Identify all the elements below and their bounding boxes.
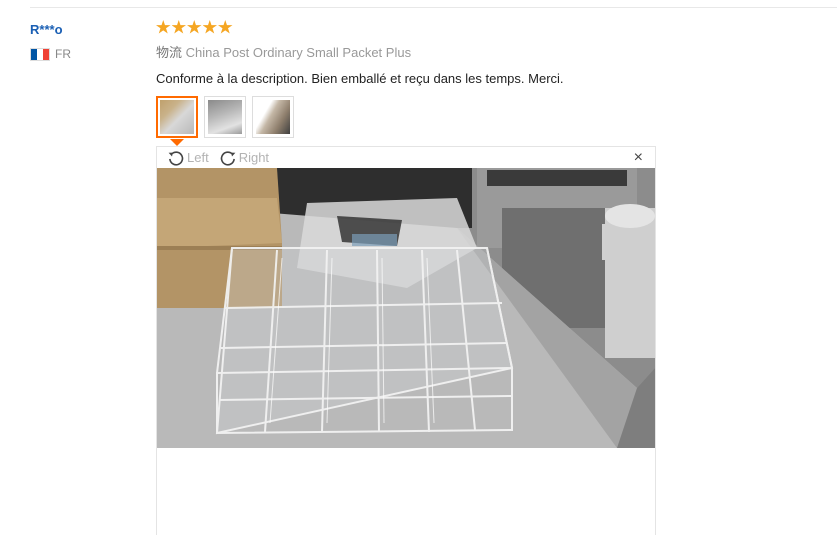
shipping-method: China Post Ordinary Small Packet Plus [185,45,412,60]
buyer-country: FR [30,46,140,62]
rotate-left-icon [168,150,184,166]
active-thumb-caret-icon [170,139,184,146]
star-icon [156,20,171,34]
close-viewer-button[interactable]: × [634,149,643,167]
thumbnail-image [160,100,194,134]
review-photo-thumb-2[interactable] [204,96,246,138]
photo-viewer: Left Right × [156,146,656,535]
buyer-info: R***o FR [30,22,140,62]
review-photo-thumbnails [156,96,294,138]
shipping-label: 物流 [156,45,183,60]
viewer-toolbar: Left Right × [157,147,655,168]
star-icon [187,20,202,34]
thumbnail-image [208,100,242,134]
country-code: FR [55,47,71,61]
star-icon [218,20,233,34]
rotate-right-label: Right [238,150,270,165]
rotate-left-button[interactable]: Left [167,149,209,167]
thumbnail-image [256,100,290,134]
rotate-right-icon [220,150,236,166]
rotate-right-button[interactable]: Right [219,149,269,167]
shipping-info: 物流 China Post Ordinary Small Packet Plus [156,44,837,62]
star-icon [202,20,217,34]
france-flag-icon [30,47,50,61]
review-photo-large [157,168,655,448]
review-content: 物流 China Post Ordinary Small Packet Plus… [156,20,837,88]
buyer-name[interactable]: R***o [30,22,140,38]
review-text: Conforme à la description. Bien emballé … [156,71,564,86]
star-rating [156,20,837,40]
star-icon [171,20,186,34]
review-photo-thumb-3[interactable] [252,96,294,138]
review-photo-thumb-1[interactable] [156,96,198,138]
rotate-left-label: Left [187,150,209,165]
top-divider [30,7,837,8]
